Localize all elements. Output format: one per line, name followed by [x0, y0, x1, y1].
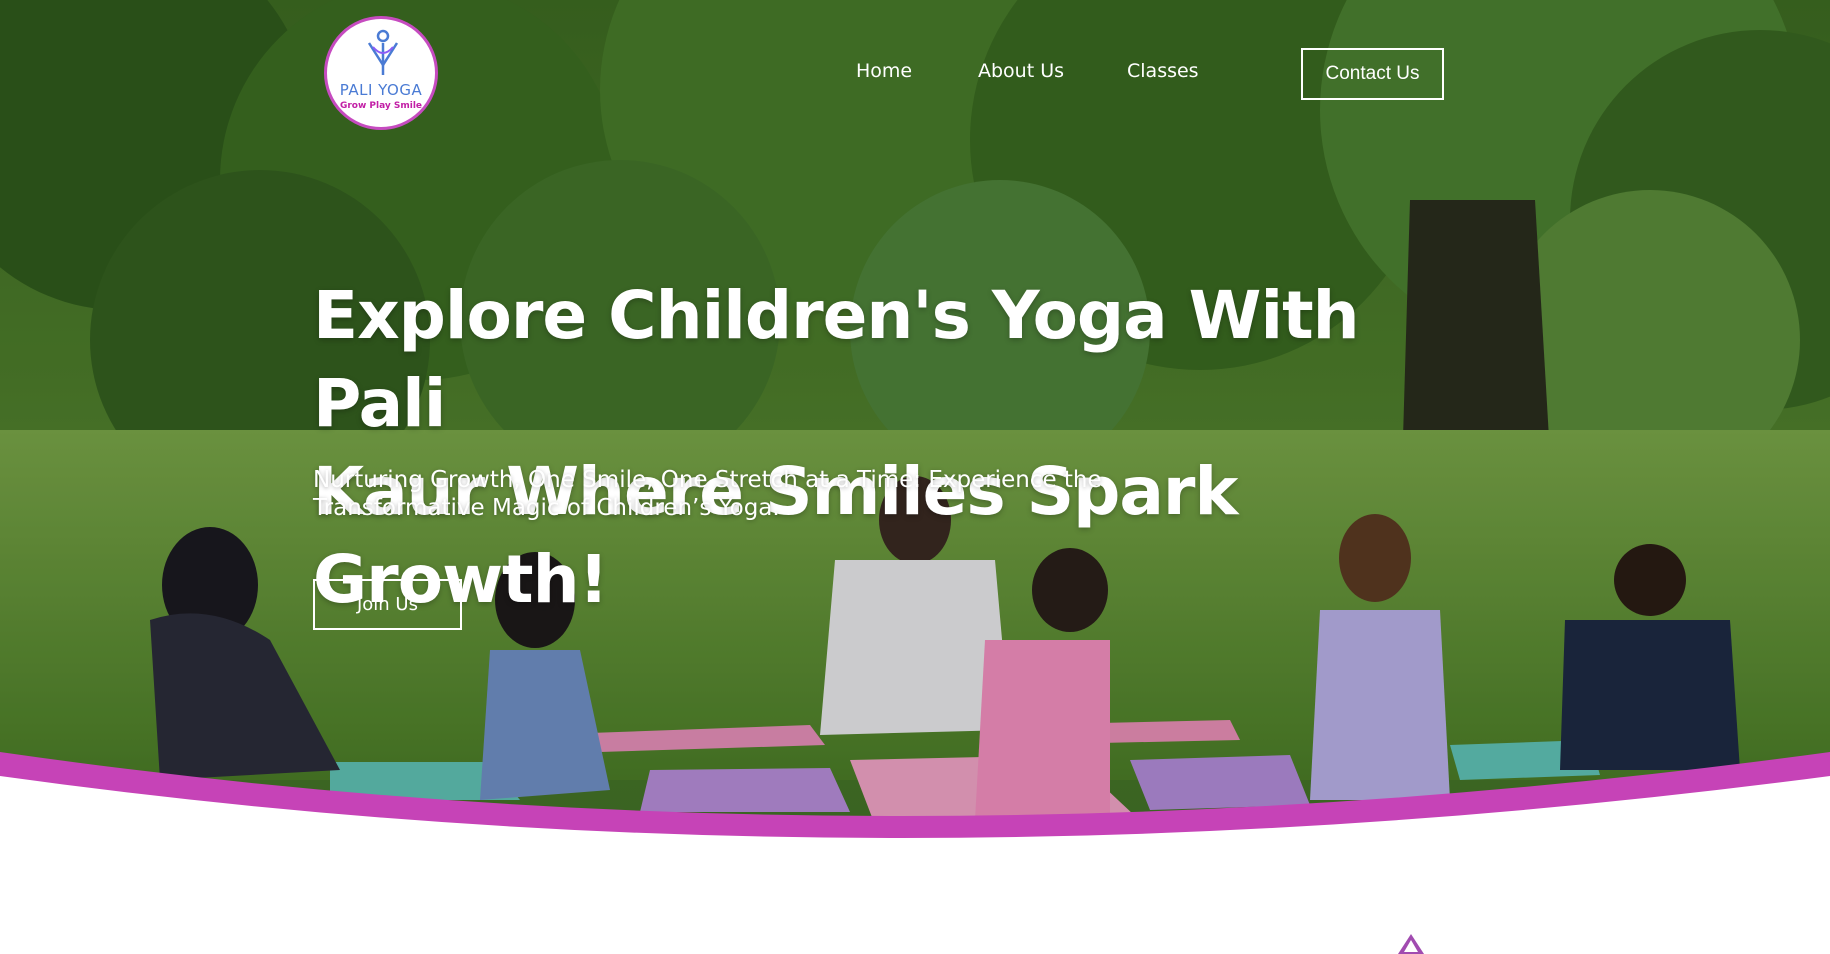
join-us-button[interactable]: Join Us	[313, 579, 462, 630]
site-header: PALI YOGA Grow Play Smile Home About Us …	[0, 0, 1830, 140]
nav-home-link[interactable]: Home	[856, 60, 912, 82]
logo-tagline: Grow Play Smile	[339, 101, 423, 111]
hero-section: PALI YOGA Grow Play Smile Home About Us …	[0, 0, 1830, 954]
decorative-ornament-icon	[1398, 934, 1424, 954]
hero-subheading-line1: Nurturing Growth, One Smile, One Stretch…	[313, 467, 1102, 493]
contact-us-button[interactable]: Contact Us	[1301, 48, 1444, 100]
nav-classes-link[interactable]: Classes	[1127, 60, 1199, 82]
hero-subheading-line2: Transformative Magic of Children’s Yoga.	[313, 495, 780, 521]
hero-heading: Explore Children's Yoga With Pali Kaur W…	[313, 272, 1493, 624]
hero-subheading: Nurturing Growth, One Smile, One Stretch…	[313, 466, 1143, 522]
site-logo[interactable]: PALI YOGA Grow Play Smile	[324, 16, 438, 130]
nav-about-link[interactable]: About Us	[978, 60, 1064, 82]
logo-name: PALI YOGA	[339, 81, 423, 99]
yoga-figure-icon	[367, 29, 399, 75]
hero-heading-line1: Explore Children's Yoga With Pali	[313, 277, 1360, 442]
